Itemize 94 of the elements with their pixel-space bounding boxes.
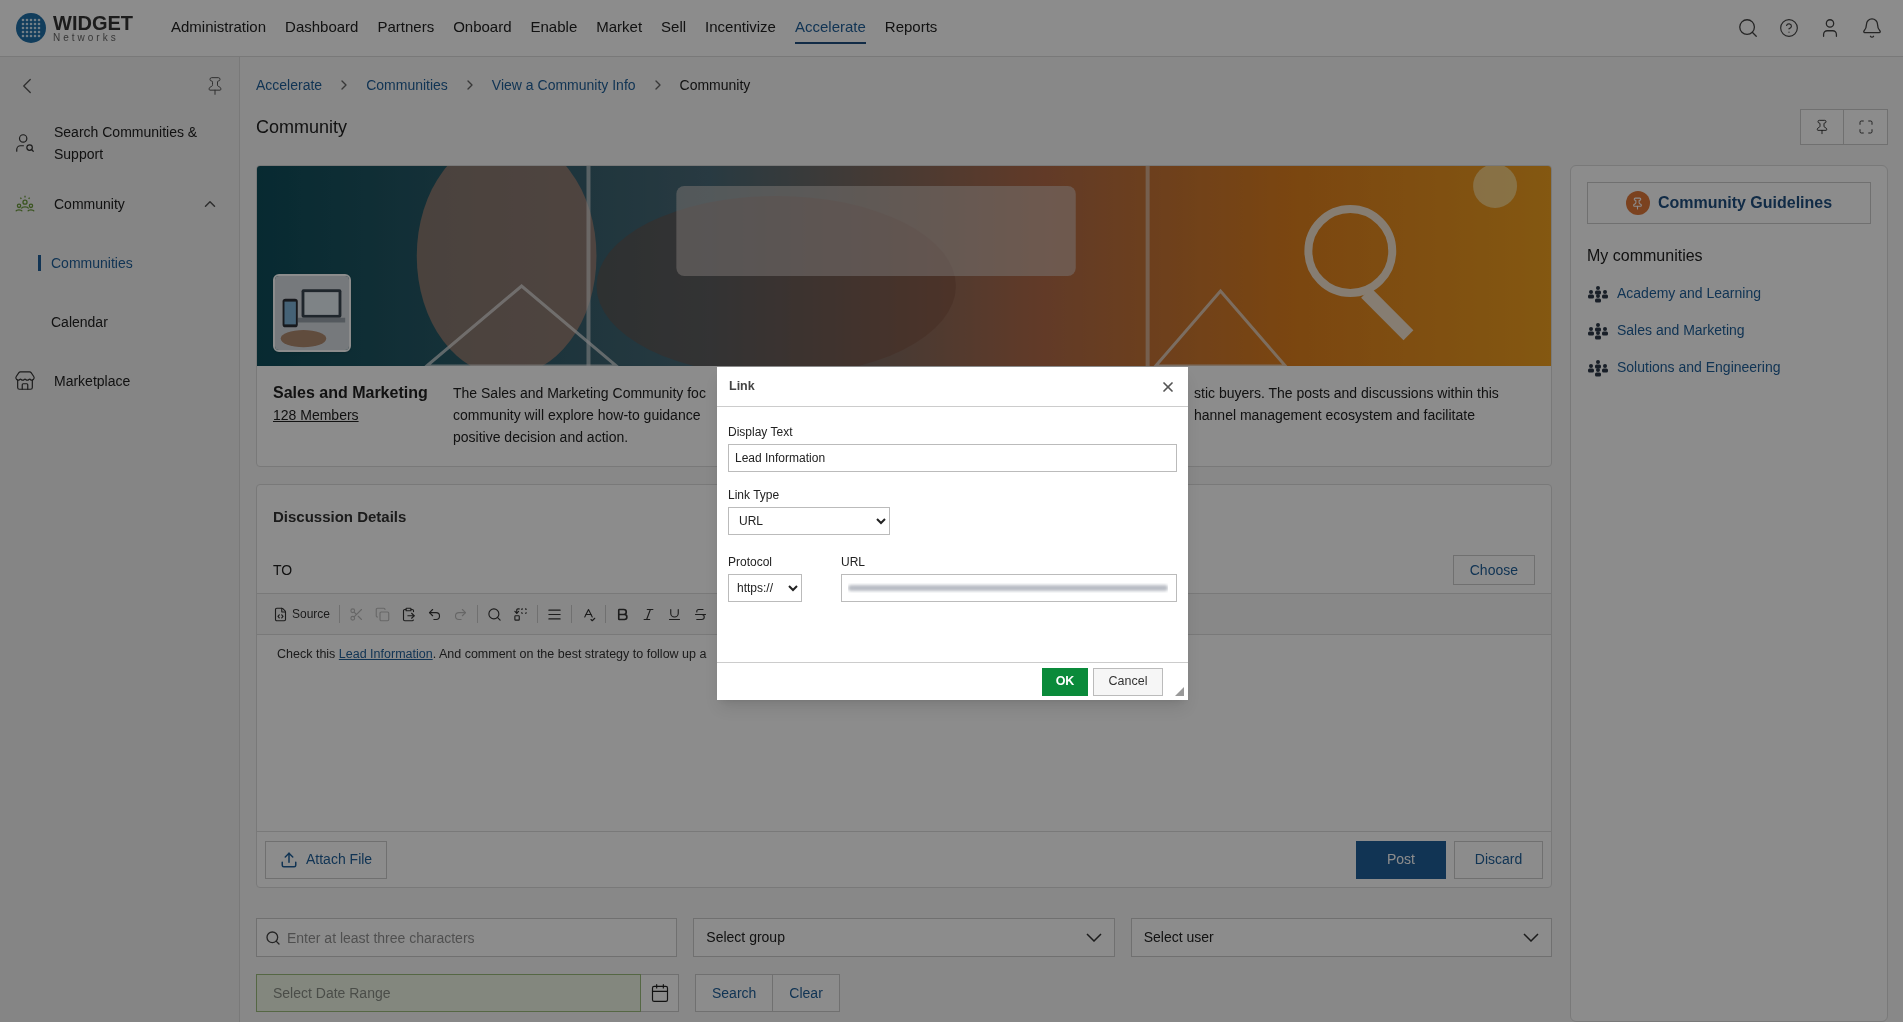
date-range-field[interactable]: Select Date Range bbox=[256, 974, 641, 1012]
message-text: Check this Lead Information. And comment on the best strategy to follow up a bbox=[277, 646, 707, 663]
find-icon bbox=[487, 606, 503, 622]
sidebar-subitem[interactable]: Communities bbox=[38, 254, 133, 271]
field-label: URL bbox=[841, 554, 866, 571]
source-icon bbox=[273, 606, 288, 622]
cancel-button[interactable]: Cancel bbox=[1093, 667, 1163, 696]
italic-icon bbox=[641, 606, 657, 622]
nav-tab[interactable]: Partners bbox=[377, 11, 435, 45]
source-button[interactable]: Source bbox=[269, 601, 335, 627]
sidebar-item[interactable]: Marketplace bbox=[0, 356, 239, 406]
nav-tab[interactable]: Enable bbox=[530, 11, 578, 45]
breadcrumb-link[interactable]: Communities bbox=[366, 74, 448, 96]
lead-link[interactable]: Lead Information bbox=[338, 647, 433, 661]
paste-icon bbox=[401, 606, 417, 622]
store-icon bbox=[14, 370, 36, 392]
nav-tab[interactable]: Sell bbox=[661, 11, 687, 45]
section-title: My communities bbox=[1587, 246, 1704, 266]
user-select[interactable]: Select user bbox=[1130, 918, 1552, 957]
post-button[interactable]: Post bbox=[1356, 840, 1446, 879]
nav-tab[interactable]: Incentivize bbox=[705, 11, 776, 45]
people-group-icon bbox=[1587, 284, 1609, 303]
notification-icon[interactable] bbox=[1861, 17, 1883, 39]
replace-icon bbox=[513, 606, 529, 622]
sidebar-item[interactable]: Community bbox=[0, 179, 239, 229]
search-field[interactable]: Enter at least three characters bbox=[256, 918, 678, 957]
members-link[interactable]: 128 Members bbox=[273, 404, 453, 426]
chevron-down-icon bbox=[1523, 933, 1539, 942]
pin-icon bbox=[1814, 119, 1830, 135]
bold-icon bbox=[615, 606, 631, 622]
block-icon bbox=[547, 606, 563, 622]
attach-file-button[interactable]: Attach File bbox=[265, 840, 388, 879]
undo-icon bbox=[427, 606, 443, 622]
to-label: TO bbox=[273, 560, 293, 580]
redo-icon bbox=[453, 606, 469, 622]
link-type-select[interactable]: URL bbox=[728, 507, 890, 535]
resize-grip-icon bbox=[1175, 687, 1184, 696]
sidebar-subitem[interactable]: Calendar bbox=[38, 313, 108, 330]
ok-button[interactable]: OK bbox=[1042, 667, 1088, 696]
strike-icon bbox=[693, 606, 709, 622]
brand-tagline: Networks bbox=[53, 33, 120, 43]
upload-icon bbox=[280, 850, 298, 869]
sidebar-item[interactable]: Search Communities & Support bbox=[0, 107, 239, 179]
community-link[interactable]: Academy and Learning bbox=[1617, 283, 1761, 304]
user-search-icon bbox=[14, 132, 36, 154]
nav-tab[interactable]: Administration bbox=[171, 11, 267, 45]
search-button[interactable]: Search bbox=[695, 974, 774, 1012]
community-name: Sales and Marketing bbox=[273, 383, 429, 403]
field-label: Display Text bbox=[728, 424, 794, 441]
card-title: Discussion Details bbox=[273, 508, 407, 525]
clear-button[interactable]: Clear bbox=[773, 974, 840, 1012]
display-text-field[interactable]: Lead Information bbox=[728, 444, 1177, 472]
description-line: The Sales and Marketing Community foc bbox=[453, 384, 707, 403]
description-line: community will explore how-to guidance bbox=[453, 406, 702, 425]
breadcrumb-link[interactable]: Accelerate bbox=[256, 74, 323, 96]
community-link[interactable]: Solutions and Engineering bbox=[1617, 357, 1781, 378]
spell-icon bbox=[581, 606, 597, 622]
breadcrumb-current: Community bbox=[679, 75, 751, 95]
pin-badge-icon bbox=[1625, 191, 1650, 215]
description-line: positive decision and action. bbox=[453, 428, 630, 447]
breadcrumb-link[interactable]: View a Community Info bbox=[491, 74, 636, 96]
people-icon bbox=[14, 193, 36, 215]
protocol-select[interactable]: https:// bbox=[728, 574, 802, 602]
community-link[interactable]: Sales and Marketing bbox=[1617, 320, 1745, 341]
nav-tab[interactable]: Market bbox=[596, 11, 643, 45]
nav-tab[interactable]: Dashboard bbox=[285, 11, 359, 45]
brand-name: WIDGET bbox=[53, 13, 133, 33]
choose-button[interactable]: Choose bbox=[1452, 555, 1535, 585]
people-group-icon bbox=[1587, 358, 1609, 377]
calendar-button[interactable] bbox=[641, 974, 679, 1012]
url-field[interactable] bbox=[841, 574, 1177, 602]
field-label: Protocol bbox=[728, 554, 774, 571]
page-title: Community bbox=[256, 115, 348, 139]
dialog-title: Link bbox=[729, 378, 755, 396]
cut-icon bbox=[349, 606, 365, 622]
help-icon[interactable] bbox=[1779, 18, 1799, 38]
discard-button[interactable]: Discard bbox=[1454, 840, 1543, 879]
guidelines-button[interactable]: Community Guidelines bbox=[1587, 182, 1871, 224]
people-group-icon bbox=[1587, 321, 1609, 340]
description-line: hannel management ecosystem and facilitate bbox=[1194, 406, 1476, 425]
copy-icon bbox=[375, 606, 391, 622]
group-select[interactable]: Select group bbox=[693, 918, 1115, 957]
fullscreen-icon bbox=[1857, 119, 1874, 135]
globe-logo-icon bbox=[15, 12, 47, 44]
underline-icon bbox=[667, 606, 683, 622]
chevron-down-icon bbox=[1085, 933, 1102, 942]
search-icon bbox=[265, 930, 281, 946]
search-icon[interactable] bbox=[1737, 17, 1759, 39]
field-label: Link Type bbox=[728, 487, 781, 504]
nav-tab[interactable]: Accelerate bbox=[794, 11, 866, 45]
nav-tab[interactable]: Reports bbox=[884, 11, 938, 45]
description-line: stic buyers. The posts and discussions within this bbox=[1194, 384, 1499, 403]
calendar-icon bbox=[649, 983, 670, 1003]
nav-tab[interactable]: Onboard bbox=[453, 11, 512, 45]
